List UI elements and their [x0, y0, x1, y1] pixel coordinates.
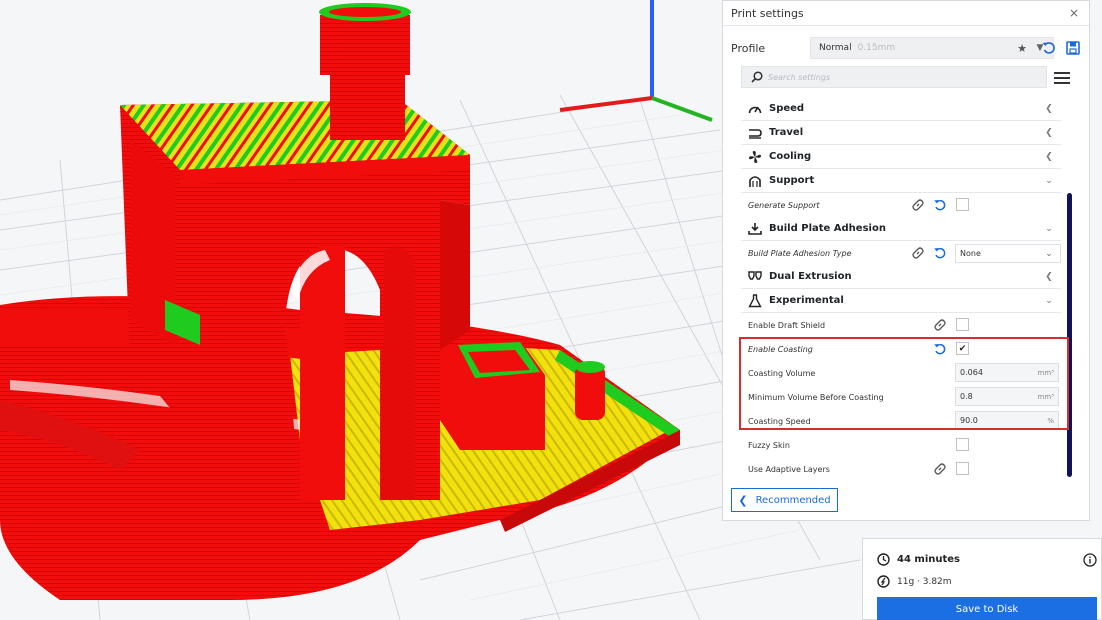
search-input[interactable] [768, 72, 1028, 82]
enable-coasting-checkbox[interactable]: ✔ [956, 342, 969, 355]
category-label: Travel [769, 127, 804, 138]
benchy-chimney [319, 3, 411, 140]
search-icon [746, 67, 768, 87]
axis-y-line [651, 96, 713, 122]
field-unit: % [1047, 416, 1054, 425]
chevron-left-icon: ❮ [1045, 271, 1053, 282]
save-to-disk-button[interactable]: Save to Disk [877, 597, 1097, 620]
print-settings-panel: Print settings × Profile Normal 0.15mm ★… [722, 0, 1090, 521]
field-unit: mm³ [1037, 392, 1054, 401]
adhesion-icon [745, 221, 765, 237]
min-volume-field[interactable]: 0.8 mm³ [955, 387, 1059, 406]
recommended-button[interactable]: ❮ Recommended [731, 488, 838, 512]
category-label: Support [769, 175, 815, 186]
setting-label: Enable Draft Shield [748, 320, 826, 330]
panel-header: Print settings × [723, 1, 1089, 26]
print-estimate-panel: 44 minutes 11g · 3.82m Save to Disk [862, 538, 1102, 620]
draft-shield-checkbox[interactable] [956, 318, 969, 331]
info-icon[interactable] [1083, 553, 1097, 567]
speedometer-icon [745, 101, 765, 117]
setting-label: Fuzzy Skin [748, 440, 790, 450]
settings-list: Speed ❮ Travel ❮ Cooling ❮ Support ⌄ Gen… [741, 97, 1061, 481]
settings-menu-icon[interactable] [1053, 70, 1071, 86]
material-row: 11g · 3.82m [877, 575, 952, 588]
profile-name: Normal [819, 43, 852, 53]
travel-icon [745, 125, 765, 141]
link-icon[interactable] [911, 246, 925, 260]
adaptive-layers-checkbox[interactable] [956, 462, 969, 475]
setting-generate-support: Generate Support [741, 193, 1061, 217]
print-time: 44 minutes [897, 554, 960, 565]
chevron-down-icon: ⌄ [1045, 223, 1053, 234]
chevron-left-icon: ❮ [738, 493, 748, 507]
material-usage: 11g · 3.82m [897, 576, 952, 587]
profile-label: Profile [731, 42, 766, 55]
category-dual-extrusion[interactable]: Dual Extrusion ❮ [741, 265, 1061, 289]
category-label: Experimental [769, 295, 844, 306]
setting-draft-shield: Enable Draft Shield [741, 313, 1061, 337]
setting-coasting-speed: Coasting Speed 90.0 % [741, 409, 1061, 433]
dual-extrusion-icon [745, 269, 765, 285]
chevron-down-icon: ⌄ [1045, 248, 1053, 259]
category-travel[interactable]: Travel ❮ [741, 121, 1061, 145]
setting-label: Enable Coasting [748, 344, 813, 354]
clock-icon [877, 553, 890, 566]
reset-profile-icon[interactable] [1041, 40, 1057, 56]
profile-layer-height: 0.15mm [857, 43, 896, 53]
link-icon[interactable] [933, 462, 947, 476]
settings-scrollbar[interactable] [1067, 193, 1072, 477]
setting-fuzzy-skin: Fuzzy Skin [741, 433, 1061, 457]
flask-icon [745, 293, 765, 309]
setting-coasting-volume: Coasting Volume 0.064 mm³ [741, 361, 1061, 385]
chevron-left-icon: ❮ [1045, 151, 1053, 162]
recommended-label: Recommended [755, 494, 831, 506]
field-value: 0.8 [960, 392, 973, 401]
search-bar[interactable] [741, 66, 1047, 88]
spool-icon [877, 575, 890, 588]
setting-enable-coasting: Enable Coasting ✔ [741, 337, 1061, 361]
category-cooling[interactable]: Cooling ❮ [741, 145, 1061, 169]
chevron-down-icon: ⌄ [1045, 295, 1053, 306]
panel-title: Print settings [731, 6, 804, 20]
axis-x-line [559, 96, 653, 112]
category-label: Build Plate Adhesion [769, 223, 886, 234]
category-support[interactable]: Support ⌄ [741, 169, 1061, 193]
close-icon[interactable]: × [1067, 6, 1081, 20]
category-build-plate-adhesion[interactable]: Build Plate Adhesion ⌄ [741, 217, 1061, 241]
setting-label: Generate Support [748, 200, 820, 210]
coasting-volume-field[interactable]: 0.064 mm³ [955, 363, 1059, 382]
star-icon[interactable]: ★ [1015, 42, 1029, 55]
profile-row: Profile Normal 0.15mm ★ ▼ [723, 36, 1089, 60]
field-unit: mm³ [1037, 368, 1054, 377]
generate-support-checkbox[interactable] [956, 198, 969, 211]
dropdown-value: None [960, 249, 981, 258]
adhesion-type-dropdown[interactable]: None ⌄ [955, 244, 1061, 263]
setting-adaptive-layers: Use Adaptive Layers [741, 457, 1061, 481]
category-speed[interactable]: Speed ❮ [741, 97, 1061, 121]
chevron-down-icon: ⌄ [1045, 175, 1053, 186]
print-time-row: 44 minutes [877, 553, 960, 566]
chevron-left-icon: ❮ [1045, 103, 1053, 114]
setting-adhesion-type: Build Plate Adhesion Type None ⌄ [741, 241, 1061, 265]
reset-icon[interactable] [933, 198, 947, 212]
fan-icon [745, 149, 765, 165]
category-label: Speed [769, 103, 805, 114]
setting-label: Use Adaptive Layers [748, 464, 830, 474]
category-label: Dual Extrusion [769, 271, 852, 282]
link-icon[interactable] [933, 318, 947, 332]
reset-icon[interactable] [933, 342, 947, 356]
chevron-left-icon: ❮ [1045, 127, 1053, 138]
field-value: 90.0 [960, 416, 978, 425]
profile-select[interactable]: Normal 0.15mm ★ ▼ [810, 37, 1054, 59]
link-icon[interactable] [911, 198, 925, 212]
setting-min-volume: Minimum Volume Before Coasting 0.8 mm³ [741, 385, 1061, 409]
category-label: Cooling [769, 151, 812, 162]
coasting-speed-field[interactable]: 90.0 % [955, 411, 1059, 430]
reset-icon[interactable] [933, 246, 947, 260]
category-experimental[interactable]: Experimental ⌄ [741, 289, 1061, 313]
save-profile-icon[interactable] [1065, 40, 1081, 56]
support-icon [745, 173, 765, 189]
fuzzy-skin-checkbox[interactable] [956, 438, 969, 451]
field-value: 0.064 [960, 368, 983, 377]
